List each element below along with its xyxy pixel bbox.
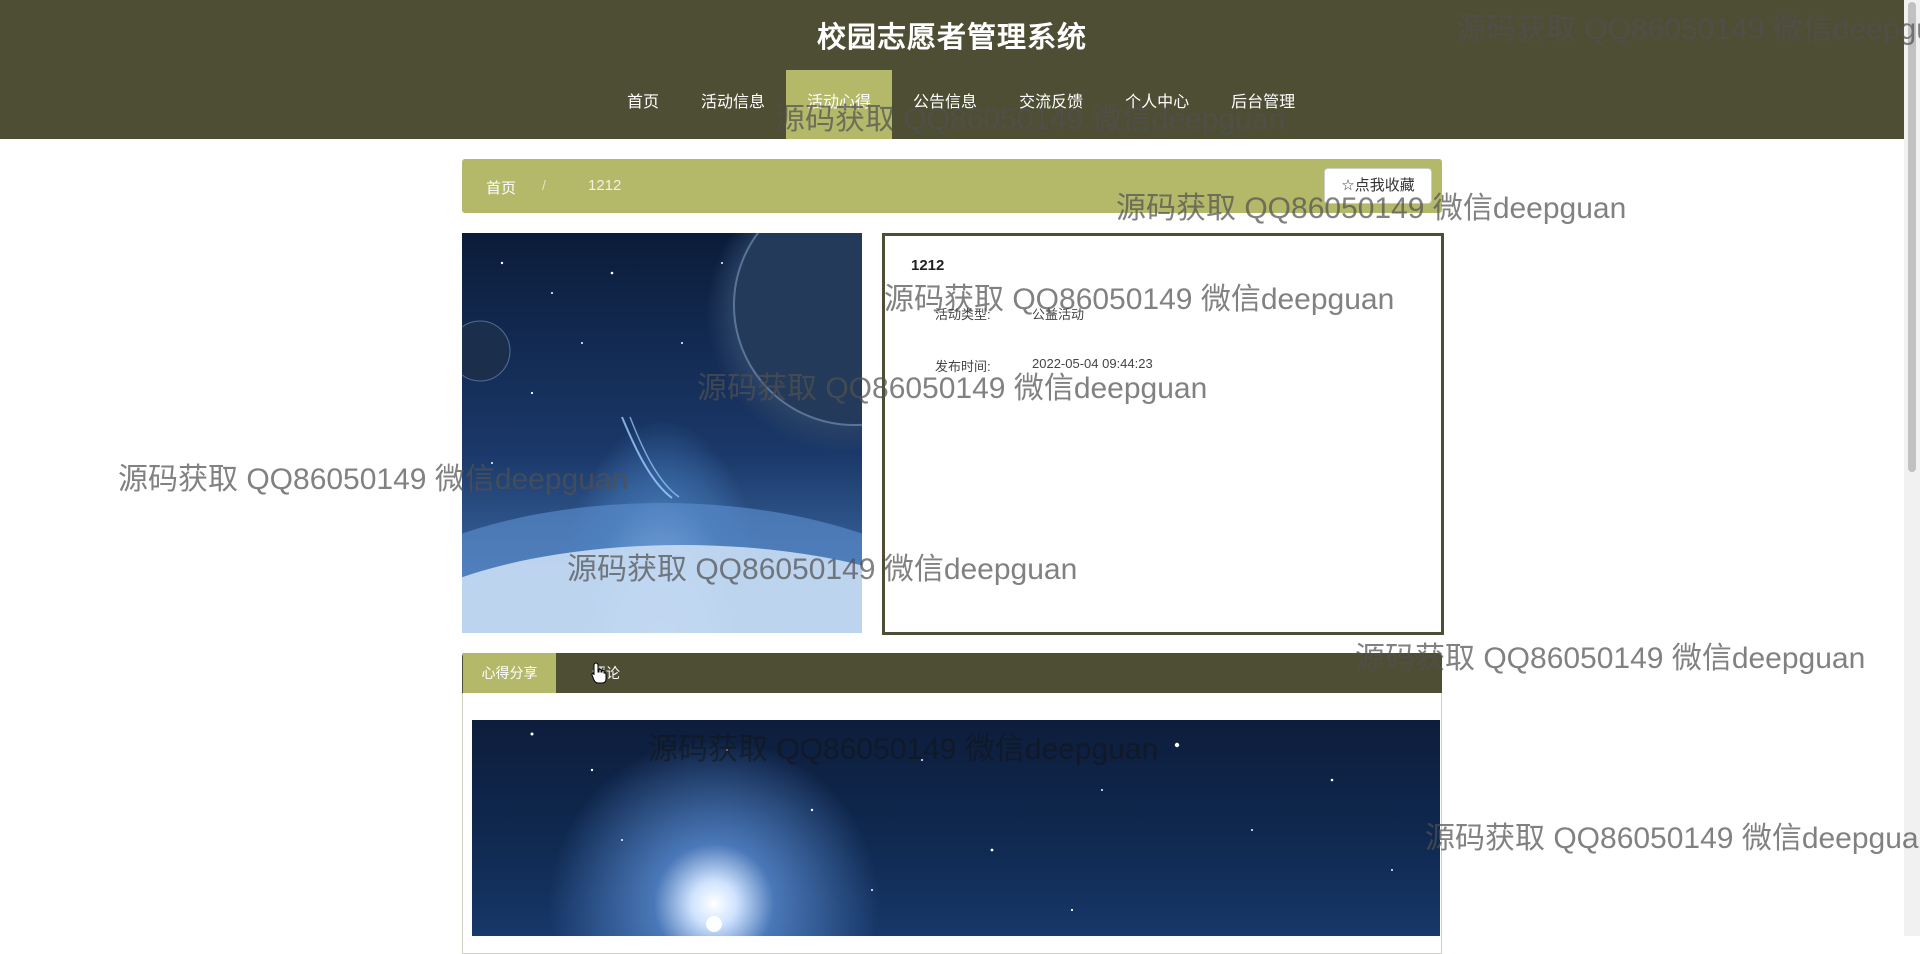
tab-experience-share[interactable]: 心得分享 xyxy=(463,653,556,693)
breadcrumb-home-link[interactable]: 首页 xyxy=(486,177,516,198)
main-nav: 首页 活动信息 活动心得 公告信息 交流反馈 个人中心 后台管理 xyxy=(0,70,1904,139)
nav-item-home[interactable]: 首页 xyxy=(606,70,680,139)
activity-cover-image xyxy=(462,233,862,633)
field-label-time: 发布时间: xyxy=(935,359,991,374)
site-title: 校园志愿者管理系统 xyxy=(816,22,1087,54)
field-label-type: 活动类型: xyxy=(935,307,991,322)
experience-content-image xyxy=(472,720,1440,936)
activity-detail-box: 1212 活动类型: 公益活动 发布时间: 2022-05-04 09:44:2… xyxy=(882,233,1444,635)
nav-item-profile[interactable]: 个人中心 xyxy=(1104,70,1210,139)
activity-title: 1212 xyxy=(911,257,945,274)
space-planet-illustration xyxy=(462,233,862,633)
nav-item-admin[interactable]: 后台管理 xyxy=(1210,70,1316,139)
favorite-button[interactable]: ☆点我收藏 xyxy=(1324,168,1432,204)
field-value-time: 2022-05-04 09:44:23 xyxy=(1032,356,1153,371)
breadcrumb-separator: / xyxy=(542,177,546,193)
scrollbar-thumb[interactable] xyxy=(1908,2,1916,472)
nav-item-notices[interactable]: 公告信息 xyxy=(892,70,998,139)
content-tabs: 心得分享 评论 xyxy=(462,653,1442,693)
starfield-illustration xyxy=(530,732,1393,932)
breadcrumb-current: 1212 xyxy=(588,177,622,194)
page-scrollbar[interactable] xyxy=(1904,0,1920,936)
hand-cursor-icon xyxy=(591,662,607,684)
nav-item-experiences[interactable]: 活动心得 xyxy=(786,70,893,139)
nav-item-feedback[interactable]: 交流反馈 xyxy=(998,70,1104,139)
nav-item-activities[interactable]: 活动信息 xyxy=(680,70,786,139)
watermark-text: 源码获取 QQ86050149 微信deepguan xyxy=(1425,822,1920,855)
breadcrumb: 首页 / 1212 ☆点我收藏 xyxy=(462,159,1442,213)
nav-list: 首页 活动信息 活动心得 公告信息 交流反馈 个人中心 后台管理 xyxy=(606,70,1316,139)
field-value-type: 公益活动 xyxy=(1032,307,1085,322)
top-header: 校园志愿者管理系统 xyxy=(0,0,1904,71)
